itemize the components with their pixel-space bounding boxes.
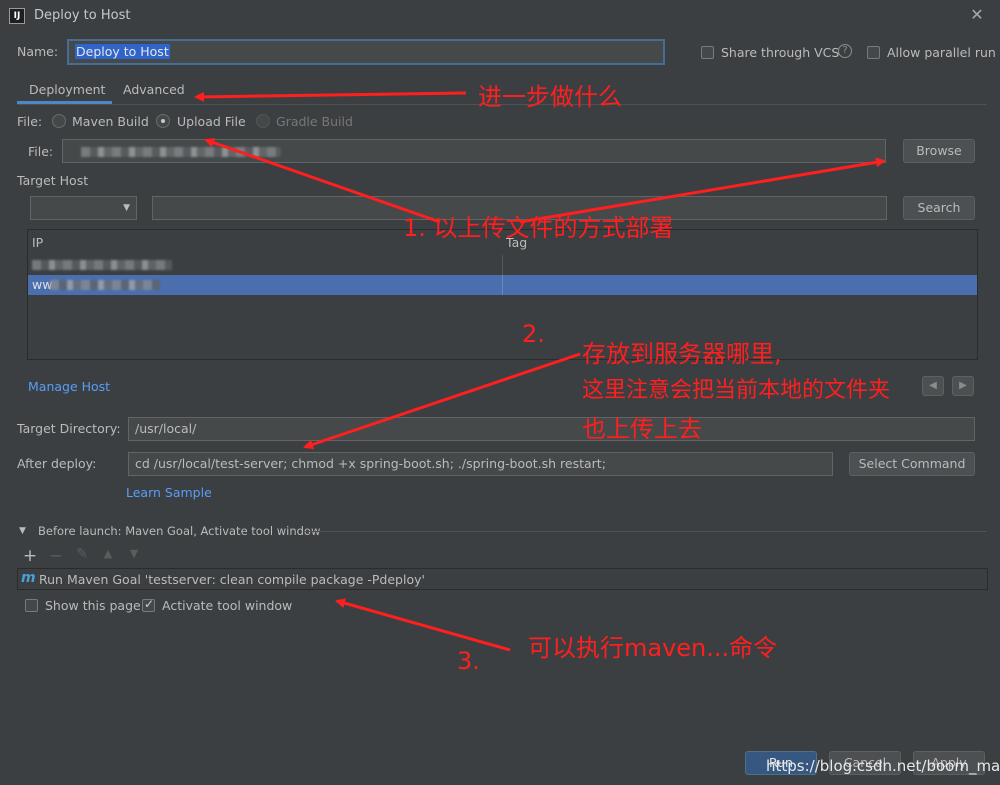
maven-build-radio[interactable] bbox=[52, 114, 66, 128]
annotation-maven-note: 可以执行maven...命令 bbox=[528, 634, 778, 662]
allow-parallel-checkbox[interactable] bbox=[867, 46, 880, 59]
share-vcs-checkbox[interactable] bbox=[701, 46, 714, 59]
browse-button[interactable]: Browse bbox=[903, 139, 975, 163]
share-vcs-label: Share through VCS bbox=[721, 45, 840, 60]
target-host-label: Target Host bbox=[17, 173, 89, 188]
annotation-tabs-note: 进一步做什么 bbox=[478, 83, 622, 111]
chevron-down-icon: ▼ bbox=[123, 203, 130, 213]
watermark: https://blog.csdn.net/boom_man bbox=[766, 757, 1000, 775]
title-bar: IJ Deploy to Host ✕ bbox=[0, 0, 1000, 32]
tab-deployment[interactable]: Deployment bbox=[29, 82, 105, 97]
remove-icon[interactable]: − bbox=[48, 546, 64, 565]
host-filter-dropdown[interactable]: ▼ bbox=[30, 196, 137, 220]
name-input-value: Deploy to Host bbox=[75, 44, 170, 59]
blurred-ip bbox=[32, 260, 172, 270]
arrow-to-activate-tool-window bbox=[335, 598, 511, 652]
after-deploy-label: After deploy: bbox=[17, 456, 97, 471]
search-button[interactable]: Search bbox=[903, 196, 975, 220]
window-title: Deploy to Host bbox=[34, 8, 131, 23]
maven-build-label: Maven Build bbox=[72, 114, 149, 129]
allow-parallel-label: Allow parallel run bbox=[887, 45, 996, 60]
upload-file-radio[interactable] bbox=[156, 114, 170, 128]
before-launch-header: Before launch: Maven Goal, Activate tool… bbox=[38, 524, 321, 538]
move-down-icon[interactable]: ▼ bbox=[126, 547, 142, 560]
manage-host-link[interactable]: Manage Host bbox=[28, 379, 110, 394]
annotation-dir-number: 2. bbox=[522, 320, 545, 348]
table-row-selected[interactable]: ww bbox=[28, 275, 977, 295]
prev-page-icon[interactable]: ◀ bbox=[922, 376, 944, 396]
annotation-maven-number: 3. bbox=[457, 647, 480, 675]
next-page-icon[interactable]: ▶ bbox=[952, 376, 974, 396]
show-page-label: Show this page bbox=[45, 598, 141, 613]
file-path-input[interactable] bbox=[62, 139, 886, 163]
blurred-file-path bbox=[81, 147, 281, 157]
task-item[interactable]: Run Maven Goal 'testserver: clean compil… bbox=[39, 572, 425, 587]
maven-icon: m bbox=[21, 570, 36, 586]
annotation-dir-line3: 也上传上去 bbox=[582, 415, 702, 443]
collapse-triangle-icon[interactable]: ▼ bbox=[19, 526, 26, 536]
before-launch-task-list: m Run Maven Goal 'testserver: clean comp… bbox=[17, 568, 988, 590]
column-divider bbox=[502, 275, 503, 295]
add-icon[interactable]: + bbox=[22, 546, 38, 566]
learn-sample-link[interactable]: Learn Sample bbox=[126, 485, 212, 500]
intellij-app-icon: IJ bbox=[9, 8, 25, 24]
close-icon[interactable]: ✕ bbox=[968, 6, 986, 24]
activate-tool-window-checkbox[interactable] bbox=[142, 597, 155, 612]
blurred-ip bbox=[50, 280, 160, 290]
help-icon[interactable]: ? bbox=[838, 44, 852, 58]
activate-tool-window-label: Activate tool window bbox=[162, 598, 293, 613]
annotation-dir-line1: 存放到服务器哪里, bbox=[582, 340, 782, 368]
annotation-upload-note: 1. 以上传文件的方式部署 bbox=[403, 214, 674, 242]
target-directory-label: Target Directory: bbox=[17, 421, 121, 436]
upload-file-label: Upload File bbox=[177, 114, 246, 129]
edit-icon[interactable]: ✎ bbox=[74, 546, 90, 562]
gradle-build-radio[interactable] bbox=[256, 114, 270, 128]
table-row[interactable] bbox=[28, 255, 977, 275]
after-deploy-input[interactable]: cd /usr/local/test-server; chmod +x spri… bbox=[128, 452, 833, 476]
move-up-icon[interactable]: ▲ bbox=[100, 547, 116, 560]
select-command-button[interactable]: Select Command bbox=[849, 452, 975, 476]
file-label: File: bbox=[28, 144, 54, 159]
arrow-to-advanced-tab bbox=[194, 91, 467, 102]
column-header-ip: IP bbox=[32, 235, 44, 250]
gradle-build-label: Gradle Build bbox=[276, 114, 353, 129]
name-input[interactable]: Deploy to Host bbox=[67, 39, 665, 65]
tab-advanced[interactable]: Advanced bbox=[123, 82, 185, 97]
before-launch-separator bbox=[304, 531, 987, 532]
name-label: Name: bbox=[17, 44, 59, 59]
show-page-checkbox[interactable] bbox=[25, 599, 38, 612]
target-directory-input[interactable]: /usr/local/ bbox=[128, 417, 975, 441]
host-table: IP Tag ww bbox=[27, 229, 978, 360]
file-type-label: File: bbox=[17, 114, 43, 129]
annotation-dir-line2: 这里注意会把当前本地的文件夹 bbox=[582, 378, 891, 403]
